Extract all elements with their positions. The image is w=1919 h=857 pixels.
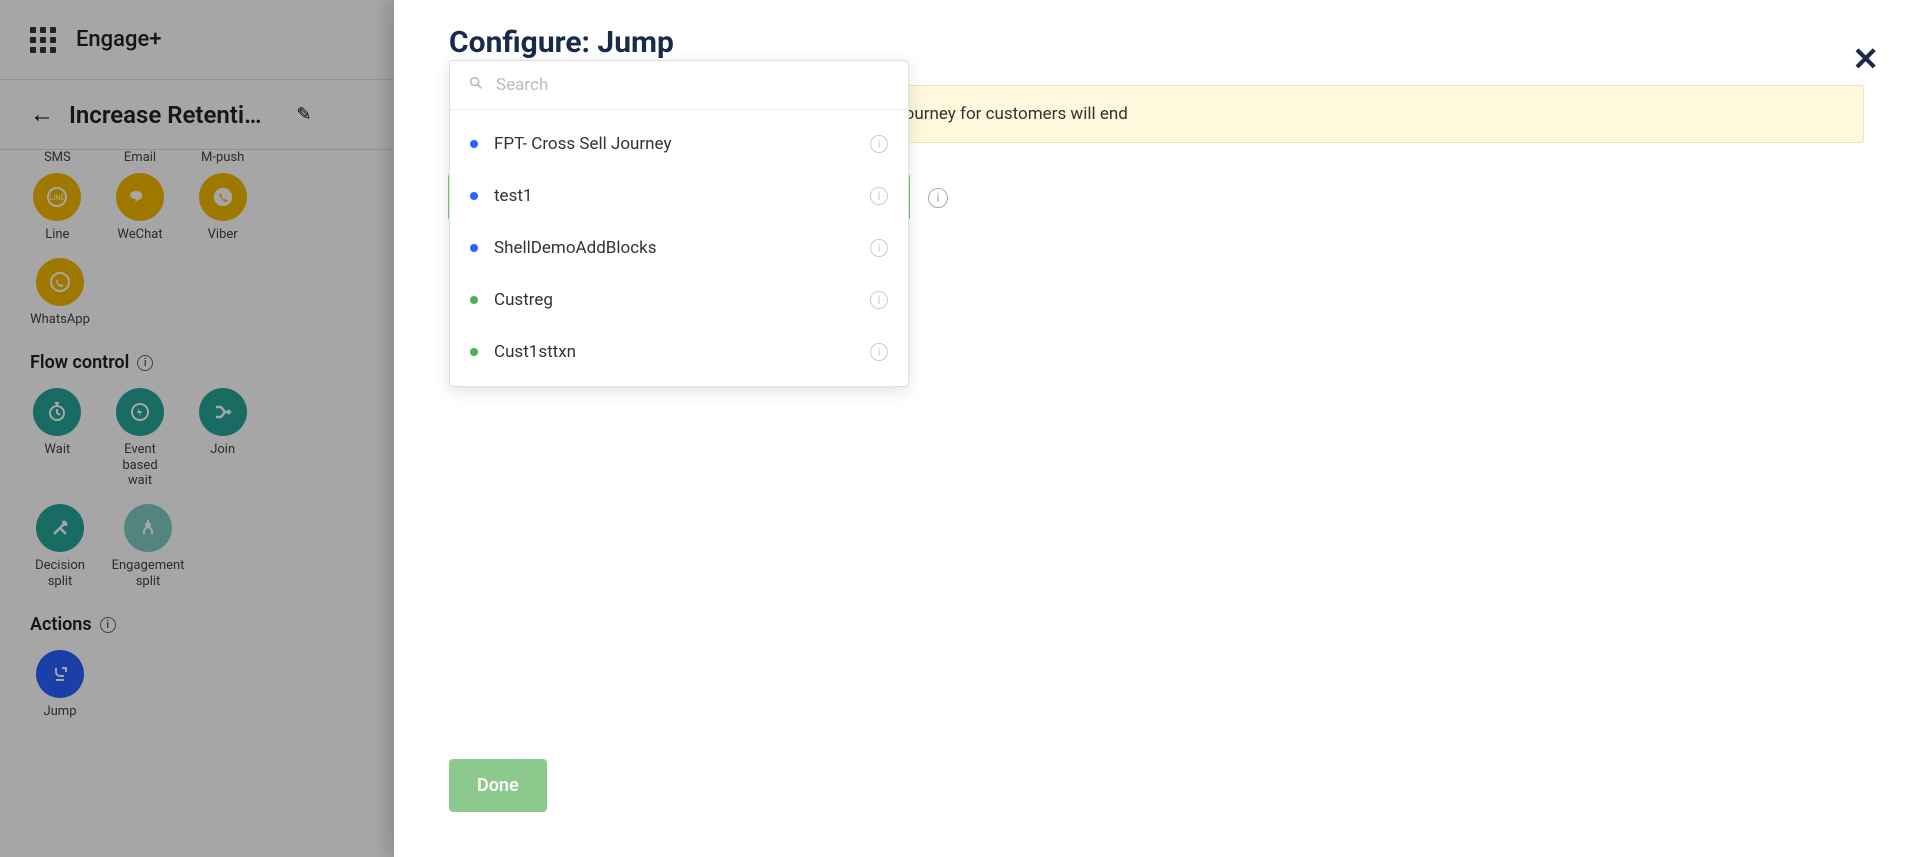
dropdown-item[interactable]: FPT- Cross Sell Journey i [450,118,908,170]
dropdown-item[interactable]: ShellDemoAddBlocks i [450,222,908,274]
status-dot [470,140,478,148]
dropdown-item-label: test1 [494,186,854,206]
status-dot [470,348,478,356]
dropdown-item[interactable]: Cust1sttxn i [450,326,908,378]
dropdown-item-label: FPT- Cross Sell Journey [494,134,854,154]
dropdown-search-row [450,61,908,110]
info-icon[interactable]: i [870,343,888,361]
search-icon [468,75,484,95]
dropdown-item[interactable]: test1 i [450,170,908,222]
close-icon[interactable]: ✕ [1852,40,1879,78]
info-icon[interactable]: i [870,135,888,153]
journey-dropdown: FPT- Cross Sell Journeyitest1iShellDemoA… [449,60,909,387]
dropdown-item[interactable]: Custreg i [450,274,908,326]
info-icon[interactable]: i [870,187,888,205]
info-icon[interactable]: i [870,239,888,257]
panel-header: Configure: Jump ✕ FPT- Cross Sell Journe… [394,0,1919,60]
dropdown-search-input[interactable] [496,75,890,95]
panel-title: Configure: Jump [449,25,1864,60]
info-icon[interactable]: i [928,188,948,208]
dropdown-item-label: ShellDemoAddBlocks [494,238,854,258]
status-dot [470,296,478,304]
dropdown-item-label: Cust1sttxn [494,342,854,362]
status-dot [470,244,478,252]
info-icon[interactable]: i [870,291,888,309]
done-button[interactable]: Done [449,759,547,812]
status-dot [470,192,478,200]
dropdown-list: FPT- Cross Sell Journeyitest1iShellDemoA… [450,110,908,386]
dropdown-item-label: Custreg [494,290,854,310]
configure-panel: Configure: Jump ✕ FPT- Cross Sell Journe… [394,0,1919,857]
